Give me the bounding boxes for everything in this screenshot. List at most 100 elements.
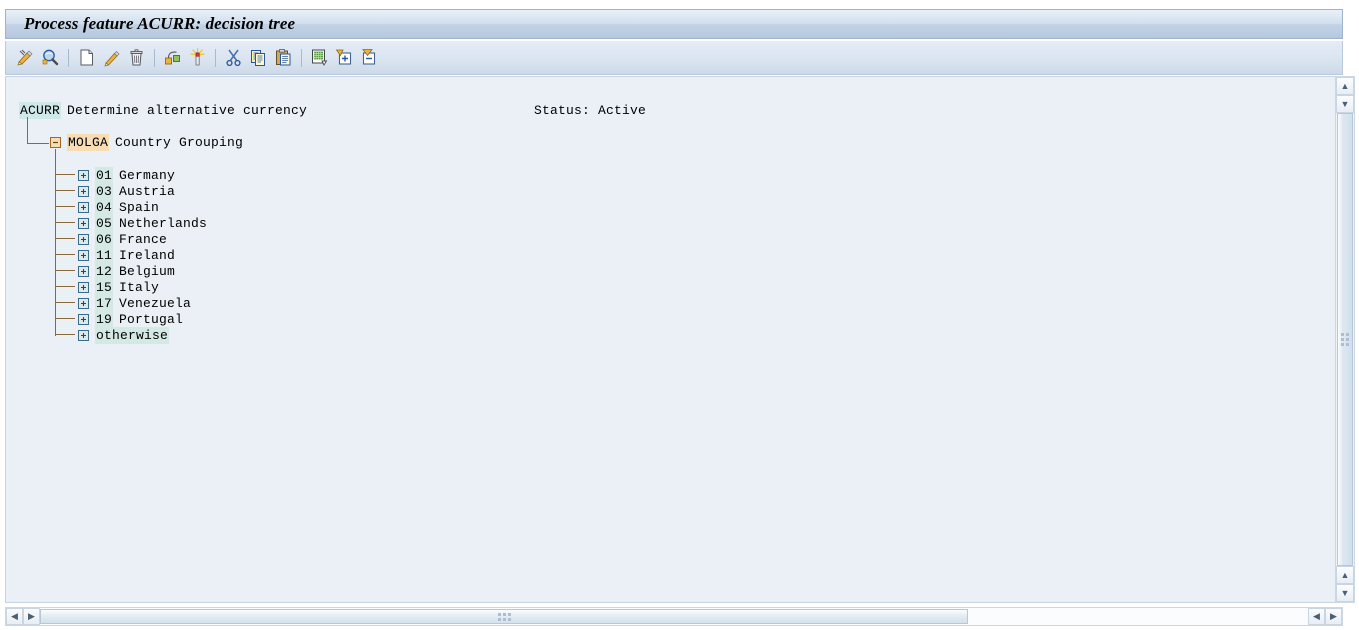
child-label: Spain — [119, 199, 160, 215]
insert-node-icon[interactable] — [161, 47, 183, 69]
tree-branch-node-molga[interactable]: MOLGA Country Grouping — [50, 134, 243, 151]
child-label: Italy — [119, 279, 160, 295]
toolbar-separator — [154, 48, 155, 67]
tree-connector-line — [55, 238, 75, 239]
tree-connector-line — [55, 270, 75, 271]
horizontal-scrollbar[interactable]: ◀ ▶ ◀ ▶ — [5, 607, 1343, 626]
scroll-right-button[interactable]: ▶ — [23, 608, 40, 625]
check-icon[interactable] — [308, 47, 330, 69]
tree-child-node[interactable]: 03 Austria — [78, 182, 176, 200]
plus-box-icon[interactable] — [78, 185, 89, 197]
plus-box-icon[interactable] — [78, 169, 89, 181]
vertical-scroll-thumb[interactable] — [1337, 113, 1353, 566]
tree-child-node[interactable]: 05 Netherlands — [78, 214, 208, 232]
tree-child-node[interactable]: 19 Portugal — [78, 310, 184, 328]
scroll-up-button-bottom[interactable]: ▲ — [1336, 566, 1354, 584]
chevron-down-icon: ▼ — [1340, 587, 1350, 598]
child-code: 15 — [95, 278, 114, 296]
tree-child-node-otherwise[interactable]: otherwise — [78, 326, 170, 344]
tree-connector-line — [55, 206, 75, 207]
plus-box-icon[interactable] — [78, 313, 89, 325]
vertical-scrollbar[interactable]: ▲ ▼ ▲ ▼ — [1335, 76, 1355, 603]
child-label: Portugal — [119, 311, 184, 327]
delete-icon[interactable] — [125, 47, 147, 69]
child-code: 17 — [95, 294, 114, 312]
child-label: Venezuela — [119, 295, 192, 311]
tree-connector-line — [55, 254, 75, 255]
scroll-down-button-bottom[interactable]: ▼ — [1336, 584, 1354, 602]
tree-connector-line — [27, 117, 28, 144]
copy-icon[interactable] — [247, 47, 269, 69]
scroll-down-button[interactable]: ▼ — [1336, 95, 1354, 113]
branch-description: Country Grouping — [115, 135, 244, 150]
display-change-icon[interactable] — [14, 47, 36, 69]
tree-child-node[interactable]: 04 Spain — [78, 198, 160, 216]
create-icon[interactable] — [75, 47, 97, 69]
tree-connector-line — [55, 222, 75, 223]
generate-icon[interactable] — [186, 47, 208, 69]
tree-child-node[interactable]: 15 Italy — [78, 278, 160, 296]
plus-box-icon[interactable] — [78, 281, 89, 293]
root-code: ACURR — [19, 102, 62, 119]
horizontal-scroll-thumb[interactable] — [40, 609, 968, 624]
paste-icon[interactable] — [272, 47, 294, 69]
child-label: Belgium — [119, 263, 176, 279]
page-title: Process feature ACURR: decision tree — [24, 14, 296, 33]
plus-box-icon[interactable] — [78, 329, 89, 341]
chevron-left-icon: ◀ — [11, 611, 18, 621]
tree-connector-line — [27, 143, 49, 144]
tree-connector-line — [55, 318, 75, 319]
plus-box-icon[interactable] — [78, 265, 89, 277]
child-code: 03 — [95, 182, 114, 200]
child-label: Ireland — [119, 247, 176, 263]
cut-icon[interactable] — [222, 47, 244, 69]
scroll-grip-icon — [497, 612, 511, 621]
status-badge: Status: Active — [534, 103, 647, 118]
tree-child-node[interactable]: 17 Venezuela — [78, 294, 192, 312]
minus-box-icon[interactable] — [50, 137, 61, 148]
scroll-left-button[interactable]: ◀ — [6, 608, 23, 625]
tree-connector-line — [55, 302, 75, 303]
child-label: otherwise — [95, 326, 170, 344]
horizontal-scroll-track[interactable] — [40, 608, 1308, 625]
child-label: Netherlands — [119, 215, 208, 231]
tree-child-node[interactable]: 11 Ireland — [78, 246, 176, 264]
tree-connector-line — [55, 174, 75, 175]
plus-box-icon[interactable] — [78, 233, 89, 245]
chevron-right-icon: ▶ — [1330, 611, 1337, 621]
chevron-right-icon: ▶ — [28, 611, 35, 621]
search-icon[interactable] — [39, 47, 61, 69]
tree-root-node[interactable]: ACURR Determine alternative currency — [19, 102, 307, 119]
child-code: 01 — [95, 166, 114, 184]
child-code: 19 — [95, 310, 114, 328]
application-toolbar: © www.tutorialkart.com — [5, 41, 1343, 108]
child-code: 11 — [95, 246, 114, 264]
plus-box-icon[interactable] — [78, 249, 89, 261]
scroll-left-button-right[interactable]: ◀ — [1308, 608, 1325, 625]
plus-box-icon[interactable] — [78, 297, 89, 309]
toolbar-separator — [68, 48, 69, 67]
change-icon[interactable] — [100, 47, 122, 69]
plus-box-icon[interactable] — [78, 201, 89, 213]
chevron-down-icon: ▼ — [1340, 98, 1350, 109]
toolbar-separator — [215, 48, 216, 67]
child-label: Germany — [119, 167, 176, 183]
chevron-left-icon: ◀ — [1313, 611, 1320, 621]
tree-child-node[interactable]: 12 Belgium — [78, 262, 176, 280]
scroll-right-button-right[interactable]: ▶ — [1325, 608, 1342, 625]
child-code: 05 — [95, 214, 114, 232]
child-code: 04 — [95, 198, 114, 216]
vertical-scroll-track[interactable] — [1336, 113, 1354, 566]
tree-connector-line — [55, 286, 75, 287]
sap-window: Process feature ACURR: decision tree ACU… — [0, 0, 1359, 630]
root-description: Determine alternative currency — [67, 103, 308, 118]
scroll-up-button[interactable]: ▲ — [1336, 77, 1354, 95]
plus-box-icon[interactable] — [78, 217, 89, 229]
tree-child-node[interactable]: 06 France — [78, 230, 167, 248]
expand-subtree-icon[interactable] — [333, 47, 355, 69]
collapse-subtree-icon[interactable] — [358, 47, 380, 69]
chevron-up-icon: ▲ — [1340, 80, 1350, 91]
scroll-grip-icon — [1341, 333, 1349, 346]
child-label: Austria — [119, 183, 176, 199]
tree-child-node[interactable]: 01 Germany — [78, 166, 176, 184]
